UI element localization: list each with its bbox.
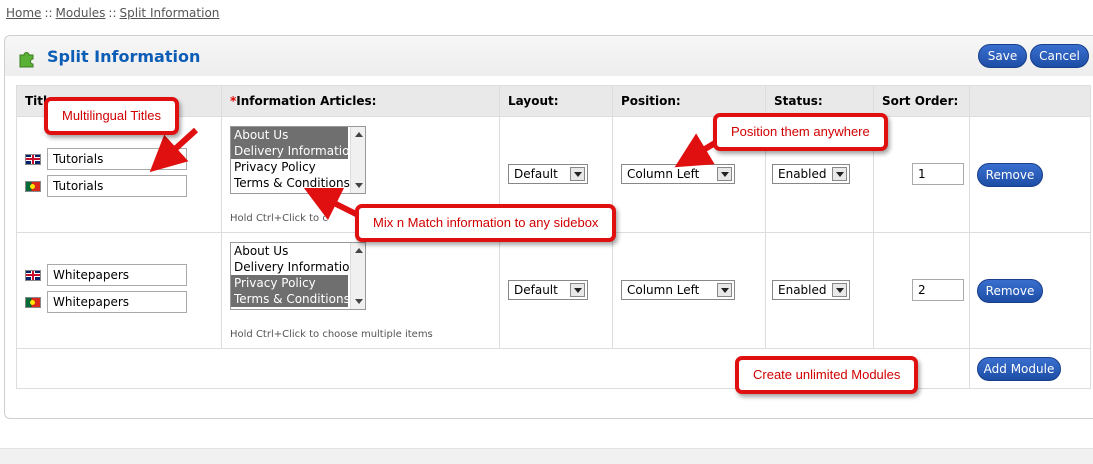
multi-select-hint: Hold Ctrl+Click to c [230, 213, 328, 224]
position-cell: Column Left [612, 232, 766, 349]
list-item[interactable]: Delivery Information [231, 259, 357, 275]
list-item[interactable]: About Us [231, 243, 348, 259]
chevron-down-icon[interactable] [717, 167, 732, 181]
table-row: About Us Delivery Information Privacy Po… [16, 232, 1091, 349]
remove-button[interactable]: Remove [977, 279, 1043, 303]
col-layout: Layout: [499, 85, 613, 117]
layout-cell: Default [499, 232, 613, 349]
status-select-value: Enabled [778, 283, 827, 297]
sort-order-cell [873, 232, 970, 349]
callout-multilingual: Multilingual Titles [44, 97, 179, 135]
title-input-en[interactable] [47, 148, 187, 170]
articles-listbox[interactable]: About Us Delivery Information Privacy Po… [230, 242, 366, 310]
title-input-pt[interactable] [47, 175, 187, 197]
layout-select[interactable]: Default [508, 164, 588, 184]
uk-flag-icon [25, 153, 41, 165]
title-cell [16, 232, 222, 349]
position-select-value: Column Left [627, 167, 700, 181]
chevron-down-icon[interactable] [832, 283, 847, 297]
col-articles-label: Information Articles: [236, 94, 377, 108]
scroll-down-icon[interactable] [355, 183, 363, 188]
status-cell: Enabled [765, 232, 874, 349]
list-item[interactable]: Privacy Policy [231, 275, 348, 291]
col-sort-order: Sort Order: [873, 85, 970, 117]
uk-flag-icon [25, 269, 41, 281]
heading-bar: Split Information Save Cancel [5, 36, 1093, 76]
layout-select[interactable]: Default [508, 280, 588, 300]
page-title: Split Information [47, 47, 201, 66]
callout-unlimited: Create unlimited Modules [735, 356, 919, 394]
scroll-up-icon[interactable] [355, 248, 363, 253]
title-input-pt[interactable] [47, 291, 187, 313]
list-item[interactable]: Terms & Conditions [231, 291, 350, 307]
status-select-value: Enabled [778, 167, 827, 181]
action-cell: Remove [969, 116, 1091, 233]
title-line-en [25, 148, 187, 170]
breadcrumb-home[interactable]: Home [6, 6, 41, 20]
position-select[interactable]: Column Left [621, 280, 735, 300]
chevron-down-icon[interactable] [717, 283, 732, 297]
table-footer-row: Add Module [16, 348, 1091, 389]
position-select-value: Column Left [627, 283, 700, 297]
chevron-down-icon[interactable] [570, 167, 585, 181]
sort-order-cell [873, 116, 970, 233]
col-articles: *Information Articles: [221, 85, 500, 117]
breadcrumb-modules[interactable]: Modules [56, 6, 106, 20]
list-item[interactable]: Terms & Conditions [231, 175, 350, 191]
col-position: Position: [612, 85, 766, 117]
sort-order-input[interactable] [912, 279, 964, 301]
breadcrumb-separator: :: [44, 6, 53, 20]
portugal-flag-icon [25, 296, 41, 308]
portugal-flag-icon [25, 180, 41, 192]
puzzle-piece-icon [19, 52, 34, 68]
list-item[interactable]: Privacy Policy [231, 159, 348, 175]
list-item[interactable]: Delivery Information [231, 143, 357, 159]
breadcrumb-current[interactable]: Split Information [120, 6, 220, 20]
scroll-up-icon[interactable] [355, 132, 363, 137]
status-select[interactable]: Enabled [772, 280, 850, 300]
breadcrumb: Home:: Modules:: Split Information [6, 6, 219, 20]
add-module-button[interactable]: Add Module [977, 357, 1061, 381]
layout-select-value: Default [514, 167, 558, 181]
col-status: Status: [765, 85, 874, 117]
footer-bar [0, 448, 1093, 464]
callout-position: Position them anywhere [713, 113, 888, 151]
articles-cell: About Us Delivery Information Privacy Po… [221, 232, 500, 349]
multi-select-hint: Hold Ctrl+Click to choose multiple items [230, 329, 433, 340]
layout-select-value: Default [514, 283, 558, 297]
col-actions [969, 85, 1091, 117]
sort-order-input[interactable] [912, 163, 964, 185]
add-module-cell: Add Module [969, 348, 1091, 389]
save-button[interactable]: Save [978, 44, 1027, 68]
status-select[interactable]: Enabled [772, 164, 850, 184]
listbox-scrollbar[interactable] [350, 127, 365, 193]
title-line-pt [25, 175, 187, 197]
remove-button[interactable]: Remove [977, 163, 1043, 187]
listbox-scrollbar[interactable] [350, 243, 365, 309]
callout-mix: Mix n Match information to any sidebox [355, 204, 617, 242]
breadcrumb-separator: :: [108, 6, 117, 20]
action-cell: Remove [969, 232, 1091, 349]
chevron-down-icon[interactable] [832, 167, 847, 181]
list-item[interactable]: About Us [231, 127, 348, 143]
articles-listbox[interactable]: About Us Delivery Information Privacy Po… [230, 126, 366, 194]
scroll-down-icon[interactable] [355, 299, 363, 304]
position-select[interactable]: Column Left [621, 164, 735, 184]
title-line-pt [25, 291, 187, 313]
title-input-en[interactable] [47, 264, 187, 286]
cancel-button[interactable]: Cancel [1030, 44, 1089, 68]
title-line-en [25, 264, 187, 286]
chevron-down-icon[interactable] [570, 283, 585, 297]
